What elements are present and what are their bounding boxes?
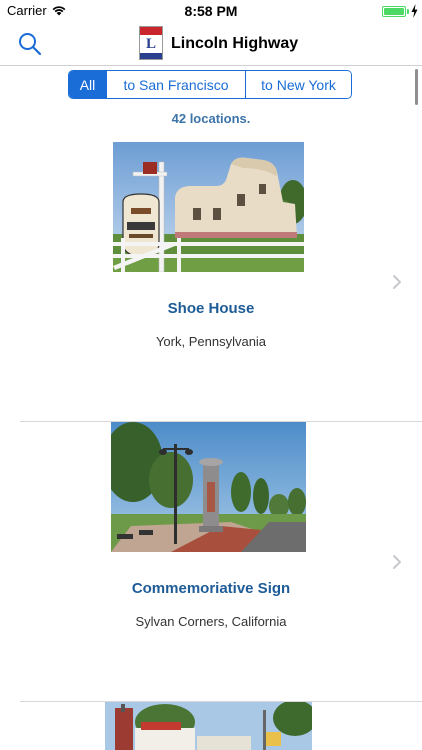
location-count: 42 locations. (171, 111, 251, 126)
location-subtitle: Sylvan Corners, California (135, 614, 287, 629)
filter-san-francisco-segment[interactable]: to San Francisco (106, 71, 245, 98)
commemoriative-sign-photo (111, 422, 306, 552)
battery-tip (407, 9, 409, 14)
direction-filter: All to San Francisco to New York (68, 70, 352, 99)
chevron-right-icon (393, 555, 401, 569)
chevron-right-icon (393, 275, 401, 289)
shoe-house-photo (113, 142, 304, 272)
list-item-partial[interactable] (0, 702, 422, 750)
location-title: Commemoriative Sign (131, 580, 291, 597)
status-time: 8:58 PM (184, 3, 238, 19)
navigation-bar: L Lincoln Highway (0, 22, 422, 66)
page-title: Lincoln Highway (171, 35, 299, 52)
search-icon[interactable] (17, 31, 43, 57)
scroll-indicator (415, 69, 418, 105)
lincoln-highway-logo: L (139, 26, 163, 60)
charging-bolt-icon (411, 4, 418, 18)
filter-all-segment[interactable]: All (69, 71, 106, 98)
location-subtitle: York, Pennsylvania (155, 334, 267, 349)
location-title: Shoe House (167, 300, 255, 317)
status-bar: Carrier 8:58 PM (0, 0, 422, 22)
filter-new-york-segment[interactable]: to New York (245, 71, 351, 98)
list-item-shoe-house[interactable]: Shoe House York, Pennsylvania (0, 142, 422, 422)
battery-icon (382, 6, 406, 17)
next-location-photo (105, 702, 312, 750)
logo-letter: L (145, 36, 156, 52)
list-item-commemoriative-sign[interactable]: Commemoriative Sign Sylvan Corners, Cali… (0, 422, 422, 702)
